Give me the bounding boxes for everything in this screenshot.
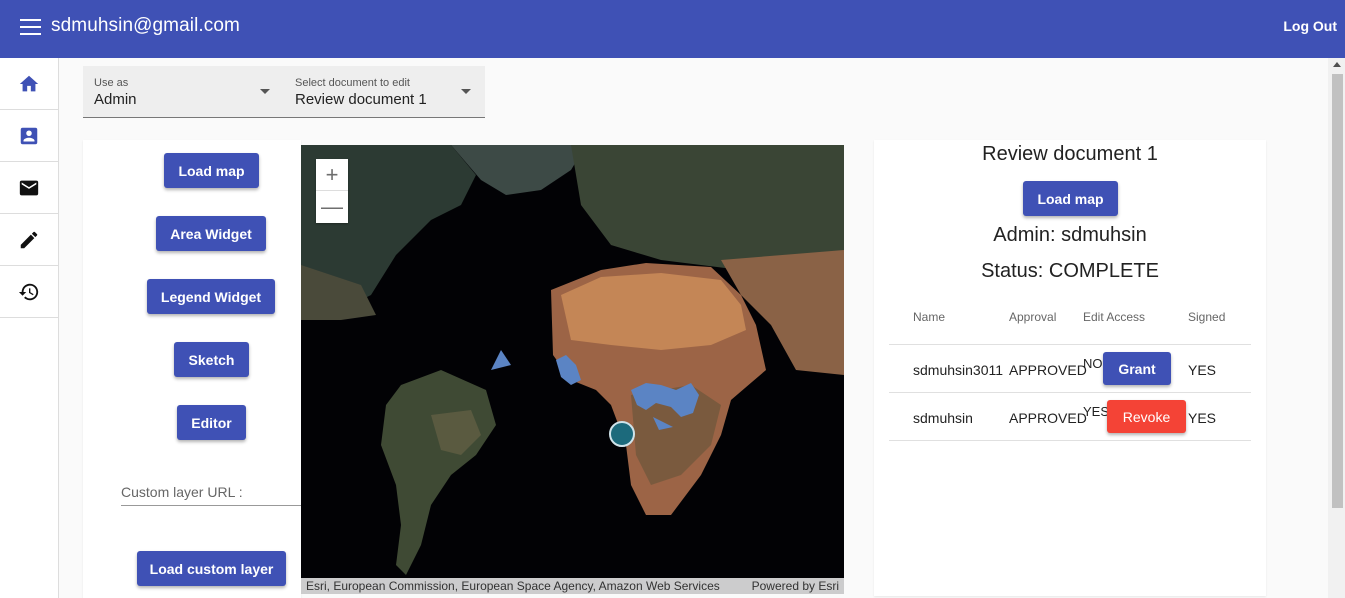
document-select-value: Review document 1 xyxy=(295,91,427,108)
admin-value: sdmuhsin xyxy=(1061,224,1147,246)
approval-status: APPROVED xyxy=(1009,410,1087,426)
dropdown-caret-icon xyxy=(461,89,471,94)
signed-value: YES xyxy=(1188,410,1217,426)
map-view[interactable]: + — Esri, European Commission, European … xyxy=(301,145,844,594)
column-header-signed: Signed xyxy=(1188,310,1226,324)
load-custom-layer-button[interactable]: Load custom layer xyxy=(137,551,286,586)
home-icon xyxy=(19,75,39,91)
history-icon xyxy=(18,283,39,300)
table-row: sdmuhsin3011 APPROVED NO YES xyxy=(889,345,1251,393)
revoke-access-button[interactable]: Revoke xyxy=(1107,400,1186,433)
user-name: sdmuhsin xyxy=(913,410,973,426)
user-name: sdmuhsin3011 xyxy=(913,362,1004,378)
map-attribution: Esri, European Commission, European Spac… xyxy=(301,578,844,594)
edit-access-value: NO xyxy=(1083,356,1103,371)
use-as-label: Use as xyxy=(94,77,129,89)
column-header-approval: Approval xyxy=(1009,310,1057,324)
editor-button[interactable]: Editor xyxy=(177,405,246,440)
contact-icon xyxy=(20,127,38,144)
nav-item-home[interactable] xyxy=(0,58,58,110)
nav-item-mail[interactable] xyxy=(0,162,58,214)
edit-access-value: YES xyxy=(1083,404,1110,419)
zoom-in-button[interactable]: + xyxy=(316,159,348,191)
area-widget-button[interactable]: Area Widget xyxy=(156,216,266,251)
app-bar: sdmuhsin@gmail.com Log Out xyxy=(0,0,1345,58)
mail-icon xyxy=(19,180,39,195)
scrollbar-thumb[interactable] xyxy=(1332,74,1343,508)
table-row: sdmuhsin APPROVED YES YES xyxy=(889,393,1251,441)
nav-item-edit[interactable] xyxy=(0,214,58,266)
custom-layer-url-input[interactable]: Custom layer URL : xyxy=(121,479,301,506)
grant-access-button[interactable]: Grant xyxy=(1103,352,1171,385)
use-as-select[interactable]: Use as Admin xyxy=(83,66,283,118)
status-value: COMPLETE xyxy=(1048,260,1159,282)
column-header-edit-access: Edit Access xyxy=(1083,310,1146,324)
admin-label: Admin: xyxy=(993,224,1056,246)
zoom-controls: + — xyxy=(316,159,348,223)
document-load-map-button[interactable]: Load map xyxy=(1023,181,1118,216)
powered-by-esri[interactable]: Powered by Esri xyxy=(752,579,839,593)
attribution-text: Esri, European Commission, European Spac… xyxy=(306,579,720,593)
users-table: Name Approval Edit Access Signed sdmuhsi… xyxy=(889,289,1251,441)
document-title: Review document 1 xyxy=(982,143,1158,165)
table-header: Name Approval Edit Access Signed xyxy=(889,289,1251,345)
scroll-up-icon[interactable] xyxy=(1333,62,1341,67)
page-scrollbar[interactable] xyxy=(1328,58,1345,598)
load-map-button[interactable]: Load map xyxy=(164,153,259,188)
app-title: sdmuhsin@gmail.com xyxy=(51,15,240,36)
document-select-label: Select document to edit xyxy=(295,77,410,89)
logout-button[interactable]: Log Out xyxy=(1283,18,1337,34)
status-line: Status: COMPLETE xyxy=(874,260,1266,283)
document-selectors: Use as Admin Select document to edit Rev… xyxy=(83,66,485,118)
dropdown-caret-icon xyxy=(260,89,270,94)
menu-icon[interactable] xyxy=(20,19,41,37)
nav-item-history[interactable] xyxy=(0,266,58,318)
nav-item-contacts[interactable] xyxy=(0,110,58,162)
status-label: Status: xyxy=(981,260,1044,282)
satellite-basemap xyxy=(301,145,844,594)
admin-line: Admin: sdmuhsin xyxy=(874,224,1266,247)
legend-widget-button[interactable]: Legend Widget xyxy=(147,279,275,314)
sketch-button[interactable]: Sketch xyxy=(174,342,249,377)
edit-icon xyxy=(20,231,38,248)
document-select[interactable]: Select document to edit Review document … xyxy=(284,66,485,118)
zoom-out-button[interactable]: — xyxy=(316,191,348,223)
use-as-value: Admin xyxy=(94,91,137,108)
approval-status: APPROVED xyxy=(1009,362,1087,378)
nav-drawer xyxy=(0,58,59,598)
column-header-name: Name xyxy=(913,310,946,324)
signed-value: YES xyxy=(1188,362,1217,378)
